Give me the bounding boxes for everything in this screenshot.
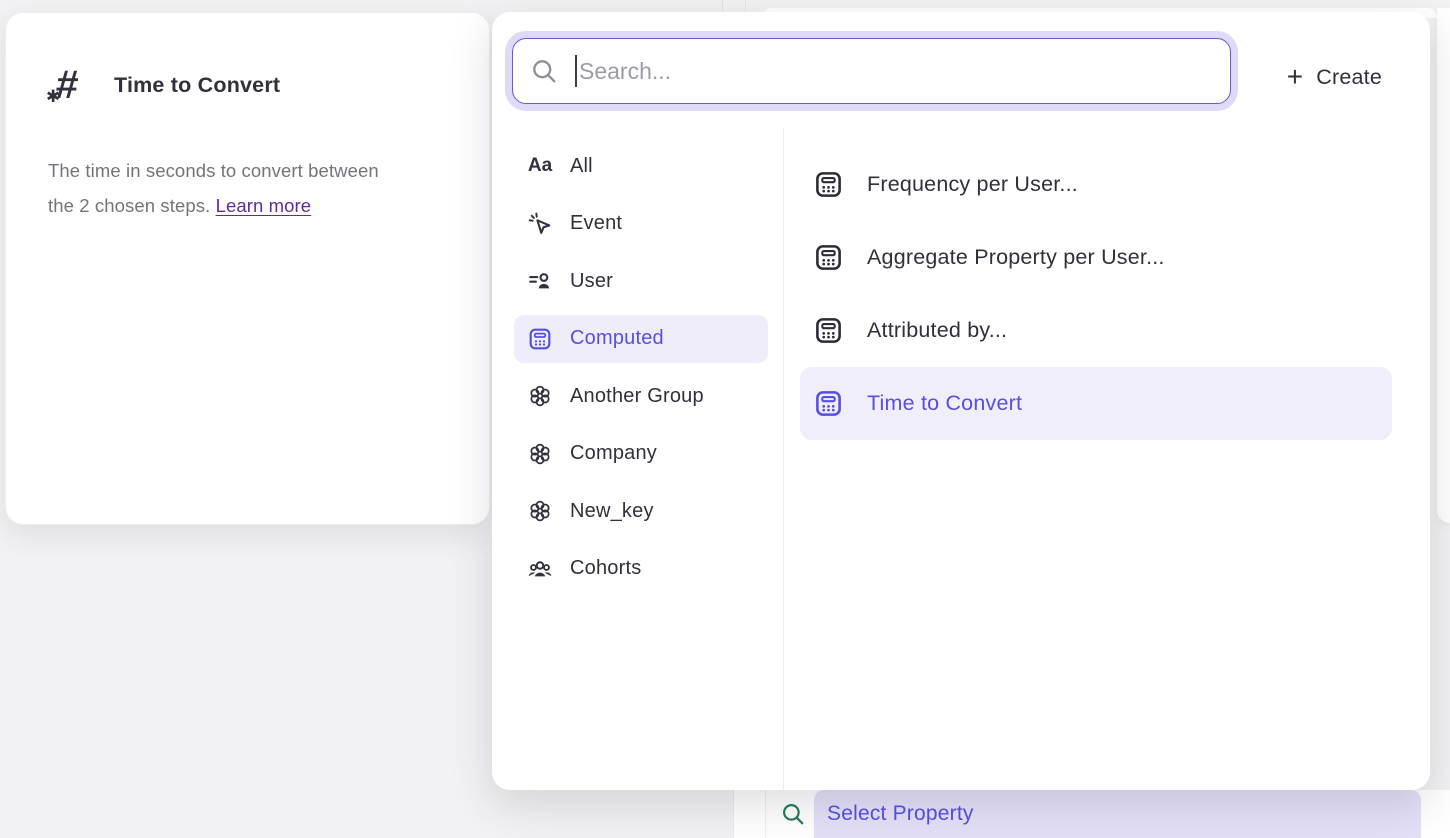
category-new-key[interactable]: New_key <box>514 487 768 535</box>
learn-more-link[interactable]: Learn more <box>216 195 312 216</box>
category-label: Cohorts <box>570 557 641 580</box>
category-label: Company <box>570 442 657 465</box>
background-divider <box>765 790 766 838</box>
create-button-label: Create <box>1316 65 1382 90</box>
calculator-icon <box>813 315 844 346</box>
cohort-people-icon <box>527 556 553 582</box>
category-cohorts[interactable]: Cohorts <box>514 545 768 593</box>
panel-divider <box>783 128 784 790</box>
result-time-to-convert[interactable]: Time to Convert <box>800 367 1392 440</box>
result-attributed-by[interactable]: Attributed by... <box>800 294 1392 367</box>
category-list: Aa All Event <box>514 142 768 602</box>
result-list: Frequency per User... Aggregate Property… <box>800 148 1392 440</box>
category-label: New_key <box>570 500 654 523</box>
search-input[interactable] <box>577 39 1230 103</box>
background-card-edge <box>1437 8 1450 523</box>
calculator-icon <box>813 388 844 419</box>
search-box[interactable] <box>512 38 1231 104</box>
result-label: Aggregate Property per User... <box>867 245 1165 270</box>
search-icon <box>780 801 806 827</box>
tooltip-description: The time in seconds to convert between t… <box>48 153 448 223</box>
result-label: Time to Convert <box>867 391 1022 416</box>
result-frequency-per-user[interactable]: Frequency per User... <box>800 148 1392 221</box>
calculator-icon <box>813 242 844 273</box>
category-label: Computed <box>570 327 664 350</box>
group-cluster-icon <box>527 498 553 524</box>
category-label: User <box>570 270 613 293</box>
select-property-label: Select Property <box>827 802 974 826</box>
search-icon <box>530 57 558 85</box>
category-user[interactable]: User <box>514 257 768 305</box>
property-tooltip-card: #✱ Time to Convert The time in seconds t… <box>5 12 490 525</box>
category-computed[interactable]: Computed <box>514 315 768 363</box>
result-label: Frequency per User... <box>867 172 1078 197</box>
category-label: Event <box>570 212 622 235</box>
select-property-control[interactable]: Select Property <box>780 790 1421 838</box>
tooltip-title: Time to Convert <box>114 73 280 98</box>
result-aggregate-property-per-user[interactable]: Aggregate Property per User... <box>800 221 1392 294</box>
category-event[interactable]: Event <box>514 200 768 248</box>
create-button[interactable]: + Create <box>1287 55 1382 99</box>
category-another-group[interactable]: Another Group <box>514 372 768 420</box>
category-label: All <box>570 155 593 178</box>
category-label: Another Group <box>570 385 704 408</box>
text-format-icon: Aa <box>527 153 553 179</box>
group-cluster-icon <box>527 383 553 409</box>
category-company[interactable]: Company <box>514 430 768 478</box>
select-property-pill[interactable]: Select Property <box>814 790 1421 838</box>
result-label: Attributed by... <box>867 318 1007 343</box>
user-list-icon <box>527 268 553 294</box>
plus-icon: + <box>1287 63 1304 91</box>
calculator-icon <box>813 169 844 200</box>
group-cluster-icon <box>527 441 553 467</box>
computed-number-icon: #✱ <box>46 61 94 109</box>
cursor-click-icon <box>527 211 553 237</box>
property-picker-dropdown: + Create Aa All Event <box>492 12 1430 790</box>
calculator-icon <box>527 326 553 352</box>
category-all[interactable]: Aa All <box>514 142 768 190</box>
